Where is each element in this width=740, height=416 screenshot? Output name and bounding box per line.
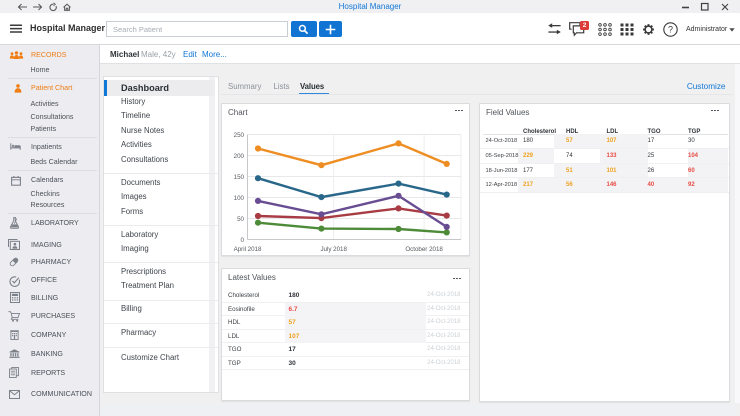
svg-text:0: 0 <box>241 236 245 243</box>
svg-text:?: ? <box>668 25 673 35</box>
svg-text:October 2018: October 2018 <box>405 245 443 252</box>
svg-text:July 2018: July 2018 <box>320 245 347 252</box>
svg-text:100: 100 <box>234 194 245 201</box>
svg-text:200: 200 <box>234 152 245 159</box>
svg-text:150: 150 <box>234 173 245 180</box>
svg-text:250: 250 <box>234 131 245 138</box>
svg-text:April 2018: April 2018 <box>234 245 262 252</box>
svg-text:50: 50 <box>237 215 244 222</box>
